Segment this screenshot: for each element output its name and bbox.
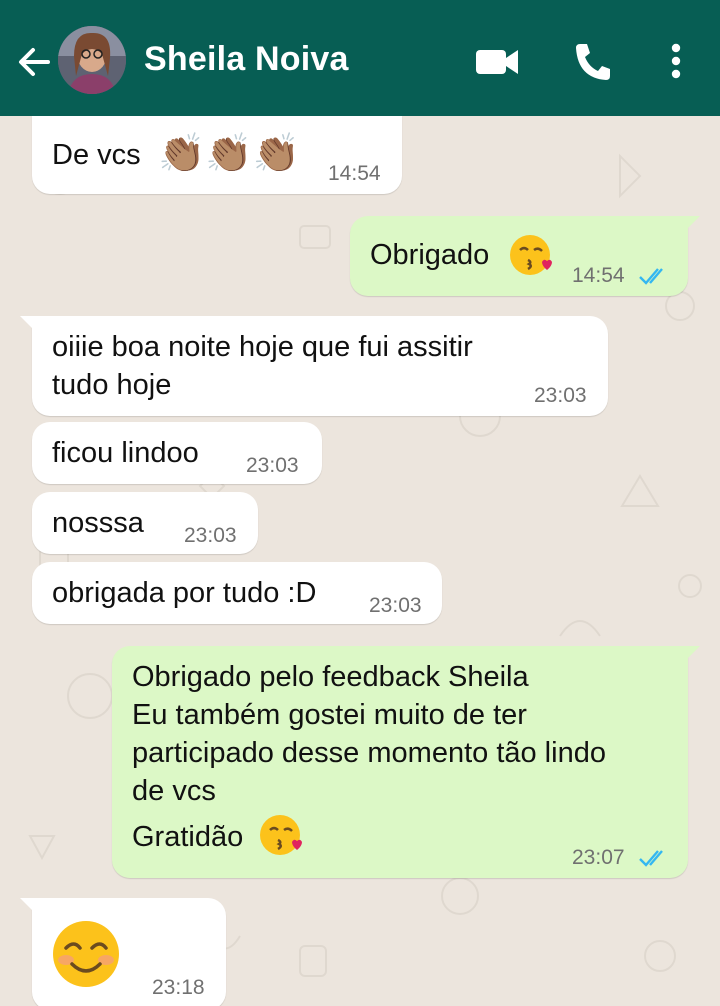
message-time: 23:07: [572, 846, 625, 869]
more-options-icon[interactable]: [662, 40, 690, 84]
message-bubble-incoming[interactable]: nosssa 23:03: [32, 492, 258, 554]
message-bubble-incoming[interactable]: oiiie boa noite hoje que fui assitir tud…: [20, 316, 608, 416]
avatar[interactable]: [58, 26, 126, 94]
smiling-face-emoji: [53, 921, 119, 987]
message-bubble-incoming[interactable]: obrigada por tudo :D 23:03: [32, 562, 442, 624]
message-list[interactable]: De vcs 👏🏽👏🏽👏🏽 14:54 Obrigado 14:54 oiiie…: [0, 116, 720, 1006]
message-time: 23:03: [534, 384, 587, 407]
clapping-hands-emoji: 👏🏽👏🏽👏🏽: [158, 131, 300, 175]
read-receipt-icon: [639, 268, 663, 285]
message-time: 14:54: [572, 264, 625, 287]
video-call-icon[interactable]: [474, 44, 520, 80]
message-text: oiiie boa noite hoje que fui assitir tud…: [52, 331, 473, 401]
chat-header: Sheila Noiva: [0, 0, 720, 116]
message-bubble-incoming[interactable]: ☺️ 23:18: [20, 898, 226, 1006]
message-bubble-incoming[interactable]: ficou lindoo 23:03: [32, 422, 322, 484]
voice-call-icon[interactable]: [572, 40, 612, 84]
message-text: nosssa: [52, 507, 144, 539]
contact-name[interactable]: Sheila Noiva: [144, 40, 349, 79]
kissing-face-emoji: [260, 815, 302, 855]
bubble-tail: [676, 646, 700, 666]
message-text: Obrigado pelo feedback Sheila Eu também …: [132, 661, 606, 807]
message-text: Obrigado: [370, 239, 490, 271]
message-time: 23:03: [369, 594, 422, 617]
message-text-gratitude: Gratidão: [132, 821, 244, 853]
read-receipt-icon: [639, 850, 663, 867]
kissing-face-emoji: [510, 235, 552, 275]
back-arrow-icon[interactable]: [14, 42, 54, 82]
message-text: obrigada por tudo :D: [52, 577, 317, 609]
message-bubble-outgoing[interactable]: Obrigado pelo feedback Sheila Eu também …: [112, 646, 700, 878]
message-time: 23:03: [184, 524, 237, 547]
message-bubble-outgoing[interactable]: Obrigado 14:54: [350, 216, 700, 296]
message-text: De vcs: [52, 139, 141, 171]
bubble-tail: [20, 316, 44, 336]
bubble-tail: [20, 898, 44, 918]
message-time: 23:18: [152, 976, 205, 999]
message-time: 14:54: [328, 162, 381, 185]
message-text: ficou lindoo: [52, 437, 199, 469]
message-bubble-incoming[interactable]: De vcs 👏🏽👏🏽👏🏽 14:54: [32, 116, 402, 194]
bubble-tail: [676, 216, 700, 236]
message-time: 23:03: [246, 454, 299, 477]
